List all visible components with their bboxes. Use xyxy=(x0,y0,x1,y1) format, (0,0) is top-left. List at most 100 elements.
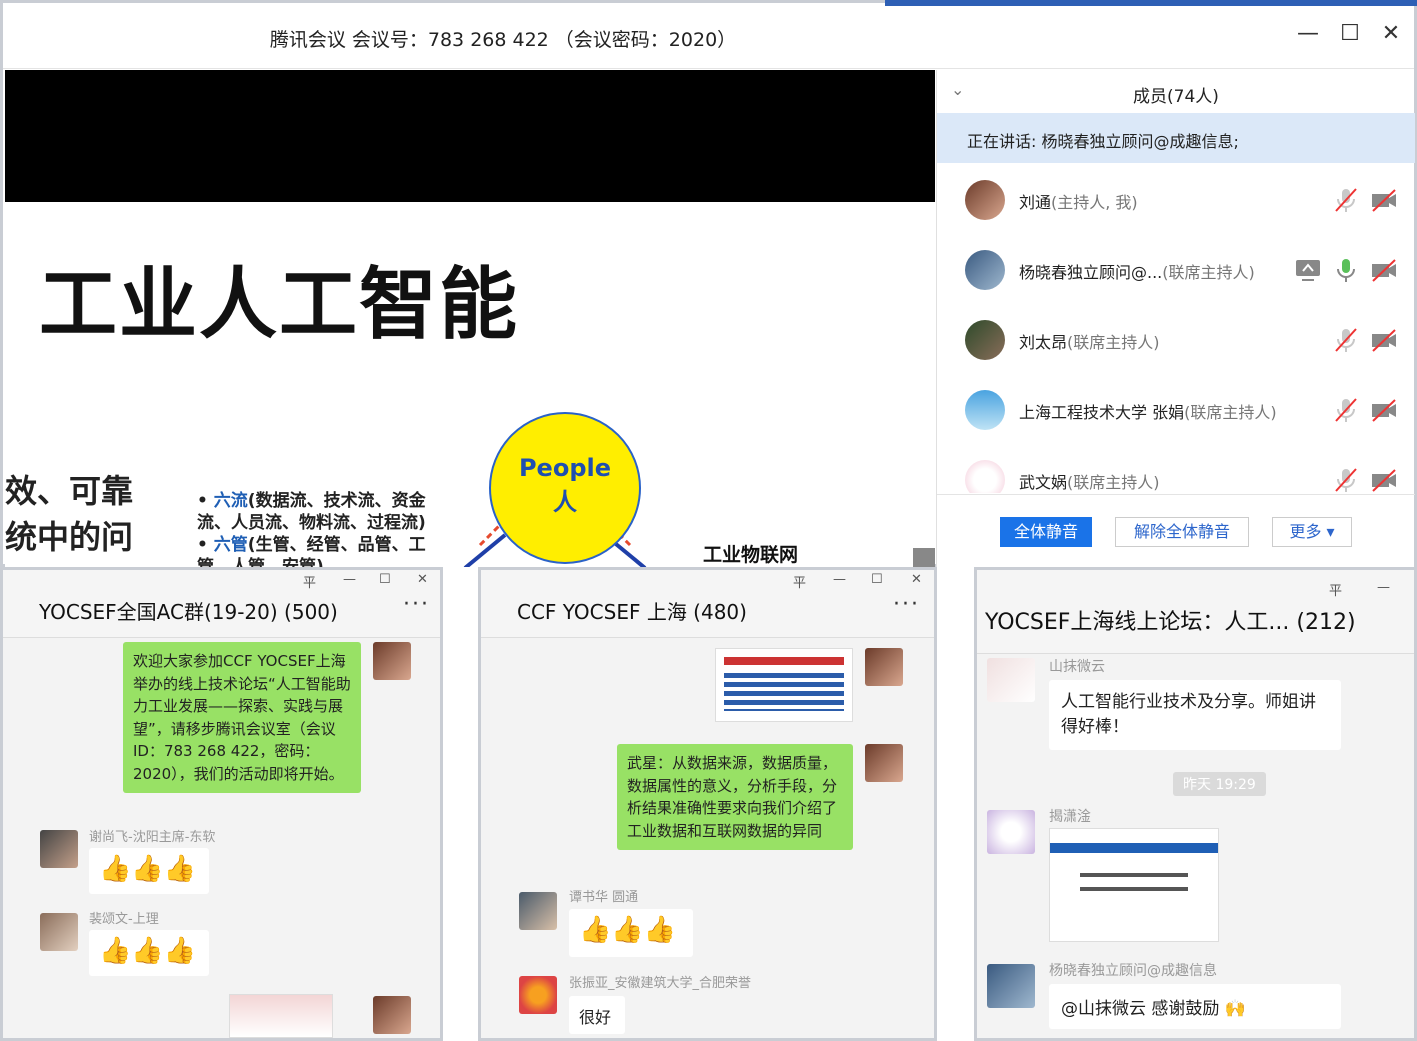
slide-bullets: • 六流(数据流、技术流、资金流、人员流、物料流、过程流) • 六管(生管、经管… xyxy=(197,490,457,567)
minimize-button[interactable]: — xyxy=(1377,580,1390,595)
pin-button[interactable]: 平 xyxy=(1329,580,1342,599)
chat-title: YOCSEF全国AC群(19-20) (500) xyxy=(39,600,338,624)
member-row[interactable]: 刘太昂(联席主持人) xyxy=(937,305,1415,375)
sender-name: 张振亚_安徽建筑大学_合肥荣誉 xyxy=(569,976,752,991)
message-bubble[interactable]: @山抹微云 感谢鼓励 🙌 xyxy=(1049,984,1341,1029)
meeting-title-bar: 腾讯会议 会议号：783 268 422 （会议密码：2020） — ☐ ✕ xyxy=(3,3,1414,69)
iot-label: 工业物联网 xyxy=(703,544,799,566)
sender-name: 杨晓春独立顾问@成趣信息 xyxy=(1049,963,1217,979)
chat-title: YOCSEF上海线上论坛：人工... (212) xyxy=(985,610,1356,635)
message-bubble[interactable]: 很好 xyxy=(569,996,625,1034)
timestamp: 昨天 19:29 xyxy=(1173,772,1266,796)
avatar xyxy=(965,320,1005,360)
chat-window-1: 平 — ☐ ✕ YOCSEF全国AC群(19-20) (500) ··· 欢迎大… xyxy=(0,567,443,1041)
avatar xyxy=(965,180,1005,220)
member-name-text: 上海工程技术大学 张娟 xyxy=(1019,403,1185,422)
member-name: 武文娲(联席主持人) xyxy=(1019,469,1160,493)
close-button[interactable]: ✕ xyxy=(911,572,922,587)
mic-active-icon[interactable] xyxy=(1331,255,1361,285)
chat-header: 平 — ☐ ✕ YOCSEF全国AC群(19-20) (500) ··· xyxy=(3,570,440,638)
message-bubble[interactable]: 欢迎大家参加CCF YOCSEF上海举办的线上技术论坛“人工智能助力工业发展——… xyxy=(123,642,361,793)
close-button[interactable]: ✕ xyxy=(1376,21,1406,46)
pin-button[interactable]: 平 xyxy=(303,572,316,591)
chat-header: 平 — ☐ ✕ CCF YOCSEF 上海 (480) ··· xyxy=(481,570,934,638)
message-text: @山抹微云 感谢鼓励 xyxy=(1061,999,1220,1019)
member-row[interactable]: 刘通(主持人, 我) xyxy=(937,165,1415,235)
member-name-text: 武文娲 xyxy=(1019,473,1068,492)
member-name: 刘太昂(联席主持人) xyxy=(1019,329,1160,353)
screen-share-icon[interactable] xyxy=(1293,255,1323,285)
slide-scroll-handle[interactable] xyxy=(913,548,935,567)
message-bubble[interactable]: 👍👍👍 xyxy=(89,848,209,894)
avatar xyxy=(987,658,1035,702)
member-row[interactable]: 杨晓春独立顾问@...(联席主持人) xyxy=(937,235,1415,305)
avatar xyxy=(40,913,78,951)
mute-all-button[interactable]: 全体静音 xyxy=(1000,517,1092,547)
image-thumbnail[interactable] xyxy=(715,648,853,722)
chat-header: 平 — YOCSEF上海线上论坛：人工... (212) xyxy=(977,570,1414,654)
mic-muted-icon[interactable] xyxy=(1331,465,1361,493)
sender-name: 山抹微云 xyxy=(1049,659,1105,675)
thumbs-up-icon: 👍👍👍 xyxy=(99,936,197,966)
message-bubble[interactable]: 人工智能行业技术及分享。师姐讲得好棒！ xyxy=(1049,680,1341,750)
maximize-button[interactable]: ☐ xyxy=(379,572,391,587)
sender-name: 揭潇淦 xyxy=(1049,809,1091,825)
more-icon[interactable]: ··· xyxy=(403,592,430,617)
avatar xyxy=(965,390,1005,430)
meeting-title: 腾讯会议 会议号：783 268 422 （会议密码：2020） xyxy=(269,29,737,51)
chat-window-2: 平 — ☐ ✕ CCF YOCSEF 上海 (480) ··· 武星：从数据来源… xyxy=(478,567,937,1041)
clap-icon: 🙌 xyxy=(1224,999,1246,1019)
slide-left-text: 效、可靠 统中的问 xyxy=(5,468,133,560)
avatar xyxy=(519,976,557,1014)
people-circle: People 人 xyxy=(489,412,641,564)
minimize-button[interactable]: — xyxy=(1293,21,1323,46)
more-button[interactable]: 更多 ▾ xyxy=(1272,517,1352,547)
camera-off-icon[interactable] xyxy=(1369,465,1399,493)
mic-muted-icon[interactable] xyxy=(1331,185,1361,215)
camera-off-icon[interactable] xyxy=(1369,185,1399,215)
close-button[interactable]: ✕ xyxy=(417,572,428,587)
member-row[interactable]: 武文娲(联席主持人) xyxy=(937,445,1415,493)
maximize-button[interactable]: ☐ xyxy=(871,572,883,587)
minimize-button[interactable]: — xyxy=(343,572,356,587)
slide-title: 工业人工智能 xyxy=(39,260,520,350)
avatar xyxy=(40,830,78,868)
image-thumbnail[interactable] xyxy=(229,994,333,1038)
mic-muted-icon[interactable] xyxy=(1331,325,1361,355)
avatar xyxy=(987,964,1035,1008)
member-role: (主持人, 我) xyxy=(1051,193,1138,212)
members-panel: ⌄ 成员(74人) 正在讲话: 杨晓春独立顾问@成趣信息; 刘通(主持人, 我)… xyxy=(936,70,1415,567)
message-bubble[interactable]: 👍👍👍 xyxy=(89,930,209,976)
member-role: (联席主持人) xyxy=(1067,333,1160,352)
thumbs-up-icon: 👍👍👍 xyxy=(579,915,677,945)
mic-muted-icon[interactable] xyxy=(1331,395,1361,425)
member-role: (联席主持人) xyxy=(1162,263,1255,282)
unmute-all-button[interactable]: 解除全体静音 xyxy=(1115,517,1249,547)
more-icon[interactable]: ··· xyxy=(893,592,920,617)
maximize-button[interactable]: ☐ xyxy=(1335,21,1365,46)
bullet-2: • 六管(生管、经管、品管、工管、人管、安管) xyxy=(197,534,457,567)
member-role: (联席主持人) xyxy=(1184,403,1277,422)
thumbs-up-icon: 👍👍👍 xyxy=(99,854,197,884)
camera-off-icon[interactable] xyxy=(1369,255,1399,285)
sender-name: 谭书华 圆通 xyxy=(569,890,639,905)
meeting-window: 腾讯会议 会议号：783 268 422 （会议密码：2020） — ☐ ✕ 工… xyxy=(0,0,1417,567)
member-name: 上海工程技术大学 张娟(联席主持人) xyxy=(1019,399,1277,423)
message-bubble[interactable]: 武星：从数据来源，数据质量，数据属性的意义，分析手段，分析结果准确性要求向我们介… xyxy=(617,744,853,850)
avatar xyxy=(987,810,1035,854)
circle-label-en: People xyxy=(518,454,612,482)
background-window-strip xyxy=(885,0,1417,6)
bullet-1-key: 六流 xyxy=(213,491,248,511)
circle-label-cn: 人 xyxy=(553,488,577,516)
message-bubble[interactable]: 👍👍👍 xyxy=(569,909,693,957)
member-name: 杨晓春独立顾问@...(联席主持人) xyxy=(1019,259,1255,283)
pin-button[interactable]: 平 xyxy=(793,572,806,591)
member-name-text: 刘通 xyxy=(1019,193,1052,212)
sender-name: 谢尚飞-沈阳主席-东软 xyxy=(89,830,216,845)
member-row[interactable]: 上海工程技术大学 张娟(联席主持人) xyxy=(937,375,1415,445)
sender-name: 裴颂文-上理 xyxy=(89,912,159,927)
camera-off-icon[interactable] xyxy=(1369,325,1399,355)
minimize-button[interactable]: — xyxy=(833,572,846,587)
camera-off-icon[interactable] xyxy=(1369,395,1399,425)
image-thumbnail[interactable] xyxy=(1049,828,1219,942)
